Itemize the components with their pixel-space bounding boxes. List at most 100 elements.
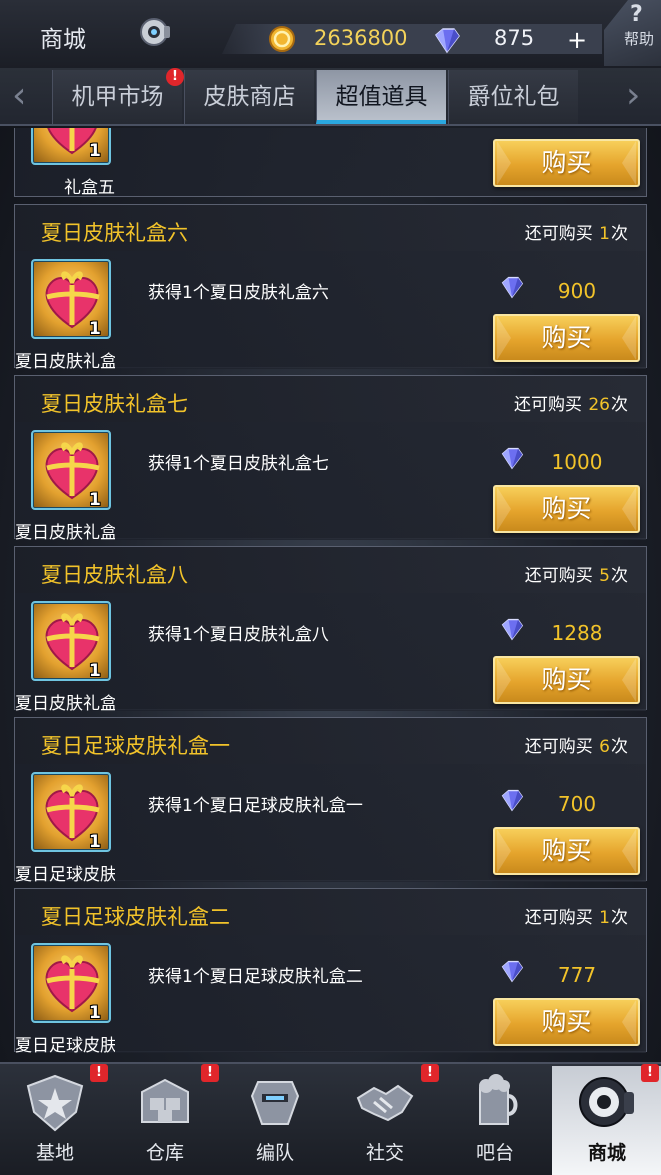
diamond-icon: [501, 960, 524, 983]
nav-bar[interactable]: 吧台: [440, 1066, 550, 1175]
purchase-limit: 还可购买 1次: [525, 219, 628, 244]
help-question-icon: ?: [630, 2, 643, 27]
buy-button[interactable]: 购买: [493, 485, 640, 533]
purchase-limit-prefix: 还可购买: [524, 908, 593, 928]
purchase-limit-suffix: 次: [611, 395, 628, 415]
diamond-icon: [435, 28, 460, 54]
purchase-limit-count: 1: [599, 224, 610, 244]
shop-robot-icon: [140, 18, 170, 46]
item-quantity: 1: [89, 1003, 101, 1023]
buy-button[interactable]: 购买: [493, 998, 640, 1046]
item-list[interactable]: 1 礼盒五 购买 夏日皮肤礼盒六 还可购买 1次 1 夏日皮肤礼盒六 获得1个夏…: [0, 128, 661, 1056]
item-card-body: 1 夏日皮肤礼盒七 获得1个夏日皮肤礼盒七 1000 购买: [15, 422, 646, 543]
item-price: 900: [557, 279, 597, 303]
item-description: 获得1个夏日皮肤礼盒六: [148, 283, 329, 303]
diamond-icon: [501, 276, 524, 299]
item-card: 夏日足球皮肤礼盒二 还可购买 1次 1 夏日足球皮肤礼盒二 获得1个夏日足球皮肤…: [14, 888, 647, 1056]
nav-social[interactable]: 社交: [330, 1066, 440, 1175]
nav-formation-label: 编队: [255, 1142, 294, 1164]
nav-base[interactable]: 基地: [0, 1066, 110, 1175]
tab-noble-packs[interactable]: 爵位礼包: [448, 70, 578, 124]
purchase-limit: 还可购买 26次: [514, 390, 628, 415]
nav-warehouse-badge: !: [201, 1064, 219, 1082]
item-quantity: 1: [89, 832, 101, 852]
nav-base-label: 基地: [35, 1142, 74, 1164]
item-card: 夏日皮肤礼盒六 还可购买 1次 1 夏日皮肤礼盒六 获得1个夏日皮肤礼盒六 90…: [14, 204, 647, 372]
nav-warehouse[interactable]: 仓库: [110, 1066, 220, 1175]
item-card: 夏日皮肤礼盒八 还可购买 5次 1 夏日皮肤礼盒八 获得1个夏日皮肤礼盒八 12…: [14, 546, 647, 714]
purchase-limit-count: 26: [588, 395, 610, 415]
item-description: 获得1个夏日皮肤礼盒七: [148, 454, 329, 474]
nav-base-badge: !: [90, 1064, 108, 1082]
item-price: 1000: [551, 450, 603, 474]
item-quantity: 1: [89, 319, 101, 339]
item-name: 夏日皮肤礼盒六: [41, 221, 188, 245]
item-quantity: 1: [89, 661, 101, 681]
help-label: 帮助: [624, 30, 655, 48]
gold-coin-icon: [269, 26, 295, 52]
item-description: 获得1个夏日皮肤礼盒八: [148, 625, 329, 645]
item-description: 获得1个夏日足球皮肤礼盒二: [148, 967, 363, 987]
item-price: 777: [557, 963, 597, 987]
item-short-name: 夏日足球皮肤礼盒一: [15, 865, 115, 885]
item-name: 夏日皮肤礼盒七: [41, 392, 188, 416]
buy-button[interactable]: 购买: [493, 314, 640, 362]
item-card-body: 1 夏日足球皮肤礼盒一 获得1个夏日足球皮肤礼盒一 700 购买: [15, 764, 646, 885]
item-card-body: 1 夏日皮肤礼盒六 获得1个夏日皮肤礼盒六 900 购买: [15, 251, 646, 372]
item-short-name: 夏日皮肤礼盒八: [15, 694, 115, 714]
item-short-name: 夏日足球皮肤礼盒二: [15, 1036, 115, 1056]
purchase-limit-count: 1: [599, 908, 610, 928]
bar-icon: [479, 1074, 518, 1125]
purchase-limit-prefix: 还可购买: [524, 566, 593, 586]
item-card-header: 夏日皮肤礼盒七 还可购买 26次: [15, 376, 646, 422]
nav-warehouse-label: 仓库: [145, 1142, 184, 1164]
purchase-limit: 还可购买 5次: [525, 561, 628, 586]
social-icon: [356, 1084, 414, 1122]
buy-button[interactable]: 购买: [493, 656, 640, 704]
diamond-icon: [501, 618, 524, 641]
formation-icon: [250, 1081, 300, 1125]
item-name: 夏日足球皮肤礼盒一: [41, 734, 230, 758]
nav-social-label: 社交: [365, 1142, 404, 1164]
item-card-header: 夏日皮肤礼盒六 还可购买 1次: [15, 205, 646, 251]
item-card-partial: 1 礼盒五 购买: [14, 128, 647, 198]
purchase-limit-suffix: 次: [611, 224, 628, 244]
purchase-limit-prefix: 还可购买: [524, 737, 593, 757]
purchase-limit-suffix: 次: [611, 566, 628, 586]
purchase-limit-count: 5: [599, 566, 610, 586]
item-card-body: 1 夏日足球皮肤礼盒二 获得1个夏日足球皮肤礼盒二 777 购买: [15, 935, 646, 1056]
purchase-limit-prefix: 还可购买: [513, 395, 582, 415]
item-card-body: 1 夏日皮肤礼盒八 获得1个夏日皮肤礼盒八 1288 购买: [15, 593, 646, 714]
purchase-limit: 还可购买 6次: [525, 732, 628, 757]
purchase-limit-prefix: 还可购买: [524, 224, 593, 244]
item-card: 夏日皮肤礼盒七 还可购买 26次 1 夏日皮肤礼盒七 获得1个夏日皮肤礼盒七 1…: [14, 375, 647, 543]
diamond-amount: 875: [494, 26, 535, 50]
add-currency-button[interactable]: +: [562, 28, 592, 54]
purchase-limit-count: 6: [599, 737, 610, 757]
tab-notification-badge: !: [166, 68, 184, 86]
nav-bar-label: 吧台: [475, 1142, 514, 1164]
item-short-name: 夏日皮肤礼盒七: [15, 523, 115, 543]
tab-mecha-market[interactable]: 机甲市场: [52, 70, 182, 124]
item-card-header: 夏日皮肤礼盒八 还可购买 5次: [15, 547, 646, 593]
base-icon: [26, 1074, 84, 1132]
tab-scroll-right-icon[interactable]: ›: [626, 78, 640, 114]
item-short-name: 礼盒五: [64, 178, 115, 198]
page-title: 商城: [40, 27, 86, 53]
purchase-limit-suffix: 次: [611, 908, 628, 928]
buy-button[interactable]: 购买: [493, 139, 640, 187]
tab-value-items[interactable]: 超值道具: [316, 70, 446, 124]
item-name: 夏日皮肤礼盒八: [41, 563, 188, 587]
purchase-limit-suffix: 次: [611, 737, 628, 757]
tab-skin-shop[interactable]: 皮肤商店: [184, 70, 314, 124]
diamond-icon: [501, 789, 524, 812]
tab-scroll-left-icon[interactable]: ‹: [12, 78, 26, 114]
item-short-name: 夏日皮肤礼盒六: [15, 352, 115, 372]
nav-formation[interactable]: 编队: [220, 1066, 330, 1175]
purchase-limit: 还可购买 1次: [525, 903, 628, 928]
item-card-header: 夏日足球皮肤礼盒一 还可购买 6次: [15, 718, 646, 764]
nav-shop[interactable]: 商城: [552, 1066, 661, 1175]
buy-button[interactable]: 购买: [493, 827, 640, 875]
item-quantity: 1: [89, 490, 101, 510]
gold-amount: 2636800: [314, 26, 408, 50]
